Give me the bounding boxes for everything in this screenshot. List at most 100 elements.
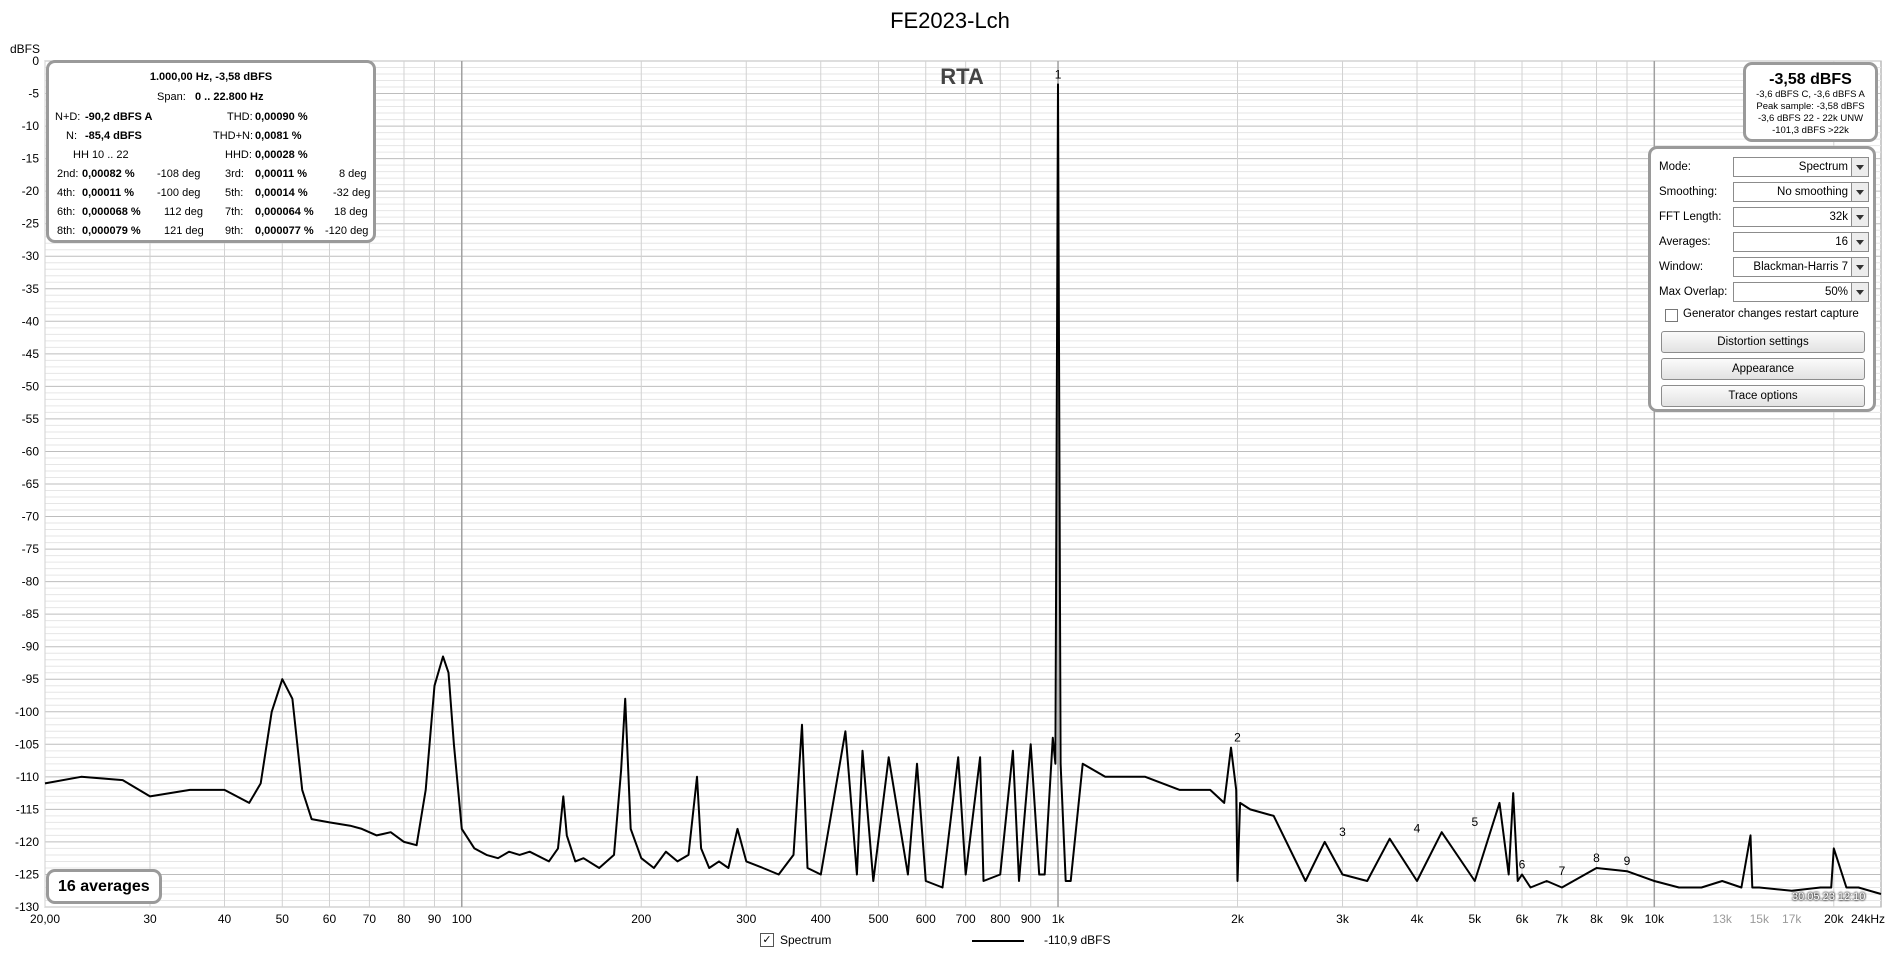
fft-length-label: FFT Length: (1659, 211, 1722, 223)
legend: ✓ Spectrum -110,9 dBFS (0, 931, 1900, 953)
harmonic-label: 8th: (57, 225, 76, 237)
chevron-down-icon[interactable] (1851, 258, 1868, 276)
x-tick-label: 40 (218, 912, 232, 926)
peak-level-panel: -3,58 dBFS -3,6 dBFS C, -3,6 dBFS A Peak… (1743, 62, 1878, 142)
restart-capture-label: Generator changes restart capture (1683, 308, 1859, 320)
harmonic-phase: -32 deg (333, 187, 371, 199)
harmonic-marker-label: 7 (1559, 864, 1566, 878)
fft-length-select[interactable]: 32k (1733, 207, 1869, 227)
y-tick-label: -10 (22, 119, 40, 133)
legend-line-swatch (972, 940, 1024, 942)
x-tick-label: 13k (1713, 912, 1733, 926)
x-tick-label: 400 (811, 912, 831, 926)
window-row: Window: Blackman-Harris 7 (1657, 257, 1869, 279)
max-overlap-value: 50% (1824, 286, 1848, 298)
y-tick-label: -45 (22, 347, 40, 361)
y-tick-label: -80 (22, 575, 40, 589)
harmonic-label: 7th: (225, 206, 244, 218)
trace-options-button[interactable]: Trace options (1661, 385, 1865, 407)
y-ticks: 0 -5 -10 -15 -20 -25 -30 -35 -40 -45 -50 -55 -60 -65 -… (15, 54, 39, 914)
y-tick-label: -120 (15, 835, 39, 849)
chevron-down-icon[interactable] (1851, 183, 1868, 201)
peak-sample: Peak sample: -3,58 dBFS (1756, 101, 1865, 112)
overlap-row: Max Overlap: 50% (1657, 282, 1869, 304)
averages-row: Averages: 16 (1657, 232, 1869, 254)
max-overlap-select[interactable]: 50% (1733, 282, 1869, 302)
capture-timestamp: 30.05.23 12:10 (1792, 891, 1866, 903)
y-tick-label: -35 (22, 282, 40, 296)
x-tick-label: 900 (1021, 912, 1041, 926)
y-tick-label: -100 (15, 705, 39, 719)
smoothing-select[interactable]: No smoothing (1733, 182, 1869, 202)
span-value: 0 .. 22.800 Hz (195, 91, 264, 103)
x-tick-label: 5k (1468, 912, 1482, 926)
y-tick-label: -30 (22, 249, 40, 263)
x-tick-label: 100 (452, 912, 472, 926)
x-tick-label: 1k (1052, 912, 1066, 926)
peak-above-22k: -101,3 dBFS >22k (1772, 125, 1849, 136)
x-tick-label: 700 (956, 912, 976, 926)
harmonic-marker-label: 8 (1593, 851, 1600, 865)
distortion-stats-panel: 1.000,00 Hz, -3,58 dBFS Span: 0 .. 22.80… (46, 60, 376, 243)
appearance-button[interactable]: Appearance (1661, 358, 1865, 380)
x-tick-label: 24kHz (1851, 912, 1885, 926)
x-tick-label: 9k (1621, 912, 1635, 926)
thdn-label: THD+N: (213, 130, 254, 142)
window-value: Blackman-Harris 7 (1753, 261, 1848, 273)
averages-badge: 16 averages (46, 869, 162, 904)
harmonic-phase: -100 deg (157, 187, 201, 199)
x-tick-label: 90 (428, 912, 442, 926)
averages-select[interactable]: 16 (1733, 232, 1869, 252)
spectrum-visibility-checkbox[interactable]: ✓ (760, 933, 774, 947)
y-tick-label: -115 (16, 802, 39, 816)
chevron-down-icon[interactable] (1851, 158, 1868, 176)
window-select[interactable]: Blackman-Harris 7 (1733, 257, 1869, 277)
restart-capture-checkbox[interactable]: Generator changes restart capture (1661, 308, 1871, 324)
window-label: Window: (1659, 261, 1704, 273)
mode-select[interactable]: Spectrum (1733, 157, 1869, 177)
chevron-down-icon[interactable] (1851, 283, 1868, 301)
x-tick-label: 200 (631, 912, 651, 926)
smoothing-label: Smoothing: (1659, 186, 1718, 198)
harmonic-value: 0,00011 % (82, 187, 134, 199)
harmonic-value: 0,00014 % (255, 187, 308, 199)
max-overlap-label: Max Overlap: (1659, 286, 1728, 298)
y-tick-label: -70 (22, 510, 40, 524)
nd-label: N+D: (55, 111, 81, 123)
distortion-settings-button[interactable]: Distortion settings (1661, 331, 1865, 353)
chevron-down-icon[interactable] (1851, 233, 1868, 251)
n-value: -85,4 dBFS (85, 130, 142, 142)
checkbox-icon[interactable] (1665, 309, 1678, 322)
thd-value: 0,00090 % (255, 111, 308, 123)
averages-value: 16 (1835, 236, 1848, 248)
harmonic-phase: 18 deg (334, 206, 368, 218)
x-tick-label: 7k (1556, 912, 1570, 926)
harmonic-label: 9th: (225, 225, 244, 237)
x-tick-label: 600 (916, 912, 936, 926)
harmonic-phase: 121 deg (164, 225, 204, 237)
harmonic-row: 6th: 0,000068 % 112 deg 7th: 0,000064 % … (49, 206, 373, 225)
x-tick-label: 70 (363, 912, 377, 926)
rta-settings-panel: Mode: Spectrum Smoothing: No smoothing F… (1648, 146, 1876, 412)
span-label: Span: (157, 91, 186, 103)
harmonic-marker-label: 6 (1519, 857, 1526, 871)
x-tick-label: 4k (1411, 912, 1425, 926)
x-tick-label: 20k (1824, 912, 1844, 926)
y-tick-label: -75 (22, 542, 40, 556)
y-tick-label: -15 (22, 152, 40, 166)
harmonic-phase: 112 deg (164, 206, 203, 218)
y-tick-label: -125 (15, 867, 39, 881)
thd-label: THD: (227, 111, 253, 123)
x-tick-label: 3k (1336, 912, 1350, 926)
y-tick-label: -105 (15, 737, 39, 751)
harmonic-marker-label: 5 (1471, 815, 1478, 829)
harmonic-value: 0,000068 % (82, 206, 141, 218)
chevron-down-icon[interactable] (1851, 208, 1868, 226)
x-tick-label: 15k (1750, 912, 1770, 926)
x-tick-label: 500 (869, 912, 889, 926)
hhd-value: 0,00028 % (255, 149, 308, 161)
averages-label: Averages: (1659, 236, 1711, 248)
x-tick-label: 6k (1516, 912, 1530, 926)
y-tick-label: -60 (22, 444, 40, 458)
x-tick-label: 50 (276, 912, 290, 926)
